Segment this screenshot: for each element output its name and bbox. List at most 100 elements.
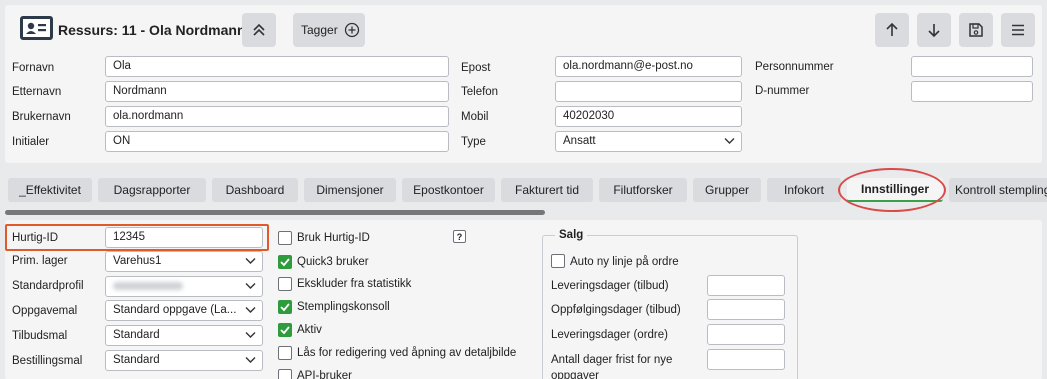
help-icon[interactable]: ? — [453, 230, 466, 243]
auto-ny-linje-label: Auto ny linje på ordre — [570, 256, 679, 268]
leveringsdager-ordre-label: Leveringsdager (ordre) — [551, 329, 668, 341]
tilbudsmal-select[interactable]: Standard — [105, 325, 263, 346]
chevron-down-icon — [245, 357, 256, 363]
aktiv-label: Aktiv — [297, 324, 322, 336]
bruk-hurtig-id-label: Bruk Hurtig-ID — [297, 232, 370, 244]
save-icon — [969, 23, 983, 37]
type-select-value: Ansatt — [563, 135, 596, 147]
personnummer-input[interactable] — [911, 56, 1033, 77]
tab-scrollbar[interactable] — [5, 210, 545, 215]
tab-dimensjoner[interactable]: Dimensjoner — [304, 178, 396, 202]
chevron-down-icon — [245, 283, 256, 289]
bruk-hurtig-id-checkbox[interactable] — [278, 231, 292, 245]
personnummer-label: Personnummer — [755, 61, 834, 73]
etternavn-label: Etternavn — [12, 86, 62, 98]
aktiv-checkbox[interactable] — [278, 323, 292, 337]
oppgavemal-label: Oppgavemal — [12, 305, 78, 317]
oppgavemal-value: Standard oppgave (La... — [113, 304, 237, 316]
brukernavn-label: Brukernavn — [12, 111, 71, 123]
etternavn-input[interactable]: Nordmann — [105, 81, 449, 102]
prim-lager-value: Varehus1 — [113, 255, 162, 267]
las-redigering-checkbox[interactable] — [278, 346, 292, 360]
tab-dagsrapporter[interactable]: Dagsrapporter — [98, 178, 206, 202]
standardprofil-select[interactable] — [105, 276, 263, 297]
double-chevron-up-icon — [253, 23, 265, 36]
tilbudsmal-value: Standard — [113, 329, 160, 341]
checkmark-icon — [280, 326, 290, 335]
fornavn-label: Fornavn — [12, 62, 55, 74]
type-select[interactable]: Ansatt — [555, 131, 742, 152]
page-title: Ressurs: 11 - Ola Nordmann — [58, 22, 246, 38]
chevron-down-icon — [245, 258, 256, 264]
bestillingsmal-select[interactable]: Standard — [105, 350, 263, 371]
brukernavn-input[interactable]: ola.nordmann — [105, 106, 449, 127]
initialer-label: Initialer — [12, 136, 50, 148]
tab-filutforsker[interactable]: Filutforsker — [599, 178, 687, 202]
hamburger-menu-icon — [1012, 24, 1024, 36]
salg-title: Salg — [555, 229, 588, 241]
arrow-down-icon — [928, 24, 940, 38]
id-card-icon — [20, 16, 53, 40]
tags-label: Tagger — [301, 23, 338, 37]
stemplingskonsoll-checkbox[interactable] — [278, 300, 292, 314]
tags-button[interactable]: Tagger — [293, 13, 365, 47]
stemplingskonsoll-label: Stemplingskonsoll — [297, 301, 390, 313]
antall-dager-frist-label-2: oppgaver — [551, 370, 599, 379]
mobil-label: Mobil — [461, 111, 489, 123]
oppfolgingsdager-tilbud-label: Oppfølgingsdager (tilbud) — [551, 304, 681, 316]
telefon-label: Telefon — [461, 86, 499, 98]
tab-fakturert-tid[interactable]: Fakturert tid — [501, 178, 593, 202]
highlight-box-hurtig-id — [5, 224, 269, 251]
leveringsdager-ordre-input[interactable] — [707, 324, 785, 345]
tab-dashboard[interactable]: Dashboard — [212, 178, 298, 202]
menu-button[interactable] — [1001, 13, 1035, 47]
prim-lager-label: Prim. lager — [12, 255, 68, 267]
tilbudsmal-label: Tilbudsmal — [12, 330, 68, 342]
leveringsdager-tilbud-label: Leveringsdager (tilbud) — [551, 280, 669, 292]
tab-kontroll-stempling[interactable]: Kontroll stempling — [949, 178, 1047, 202]
prim-lager-select[interactable]: Varehus1 — [105, 251, 263, 272]
telefon-input[interactable] — [555, 81, 742, 102]
oppgavemal-select[interactable]: Standard oppgave (La... — [105, 300, 263, 321]
epost-label: Epost — [461, 62, 491, 74]
api-bruker-label: API-bruker — [297, 370, 352, 379]
resource-header-panel: Ressurs: 11 - Ola Nordmann Tagger Fornav… — [5, 5, 1042, 163]
blurred-value — [113, 282, 183, 290]
fornavn-input[interactable]: Ola — [105, 56, 449, 77]
initialer-input[interactable]: ON — [105, 131, 449, 152]
antall-dager-frist-input[interactable] — [707, 349, 785, 370]
checkmark-icon — [280, 303, 290, 312]
move-down-button[interactable] — [917, 13, 951, 47]
quick3-bruker-label: Quick3 bruker — [297, 256, 369, 268]
collapse-button[interactable] — [242, 13, 276, 47]
dnummer-label: D-nummer — [755, 85, 810, 97]
auto-ny-linje-checkbox[interactable] — [551, 254, 565, 268]
dnummer-input[interactable] — [911, 81, 1033, 102]
tab-infokort[interactable]: Infokort — [767, 178, 841, 202]
antall-dager-frist-label: Antall dager frist for nye — [551, 354, 673, 366]
tab-effektivitet[interactable]: _Effektivitet — [8, 178, 92, 202]
arrow-up-icon — [886, 22, 898, 36]
api-bruker-checkbox[interactable] — [278, 369, 292, 379]
las-redigering-label: Lås for redigering ved åpning av detaljb… — [297, 347, 517, 359]
chevron-down-icon — [724, 138, 735, 144]
save-button[interactable] — [959, 13, 993, 47]
tab-grupper[interactable]: Grupper — [693, 178, 761, 202]
leveringsdager-tilbud-input[interactable] — [707, 275, 785, 296]
highlight-oval-innstillinger — [838, 168, 946, 212]
move-up-button[interactable] — [875, 13, 909, 47]
add-circle-icon — [344, 22, 359, 38]
bestillingsmal-value: Standard — [113, 354, 160, 366]
checkmark-icon — [280, 258, 290, 267]
ekskluder-statistikk-checkbox[interactable] — [278, 277, 292, 291]
tab-epostkontoer[interactable]: Epostkontoer — [402, 178, 495, 202]
mobil-input[interactable]: 40202030 — [555, 106, 742, 127]
oppfolgingsdager-tilbud-input[interactable] — [707, 299, 785, 320]
ekskluder-statistikk-label: Ekskluder fra statistikk — [297, 278, 412, 290]
quick3-bruker-checkbox[interactable] — [278, 255, 292, 269]
bestillingsmal-label: Bestillingsmal — [12, 355, 83, 367]
epost-input[interactable]: ola.nordmann@e-post.no — [555, 56, 742, 77]
chevron-down-icon — [245, 307, 256, 313]
standardprofil-label: Standardprofil — [12, 280, 84, 292]
chevron-down-icon — [245, 332, 256, 338]
